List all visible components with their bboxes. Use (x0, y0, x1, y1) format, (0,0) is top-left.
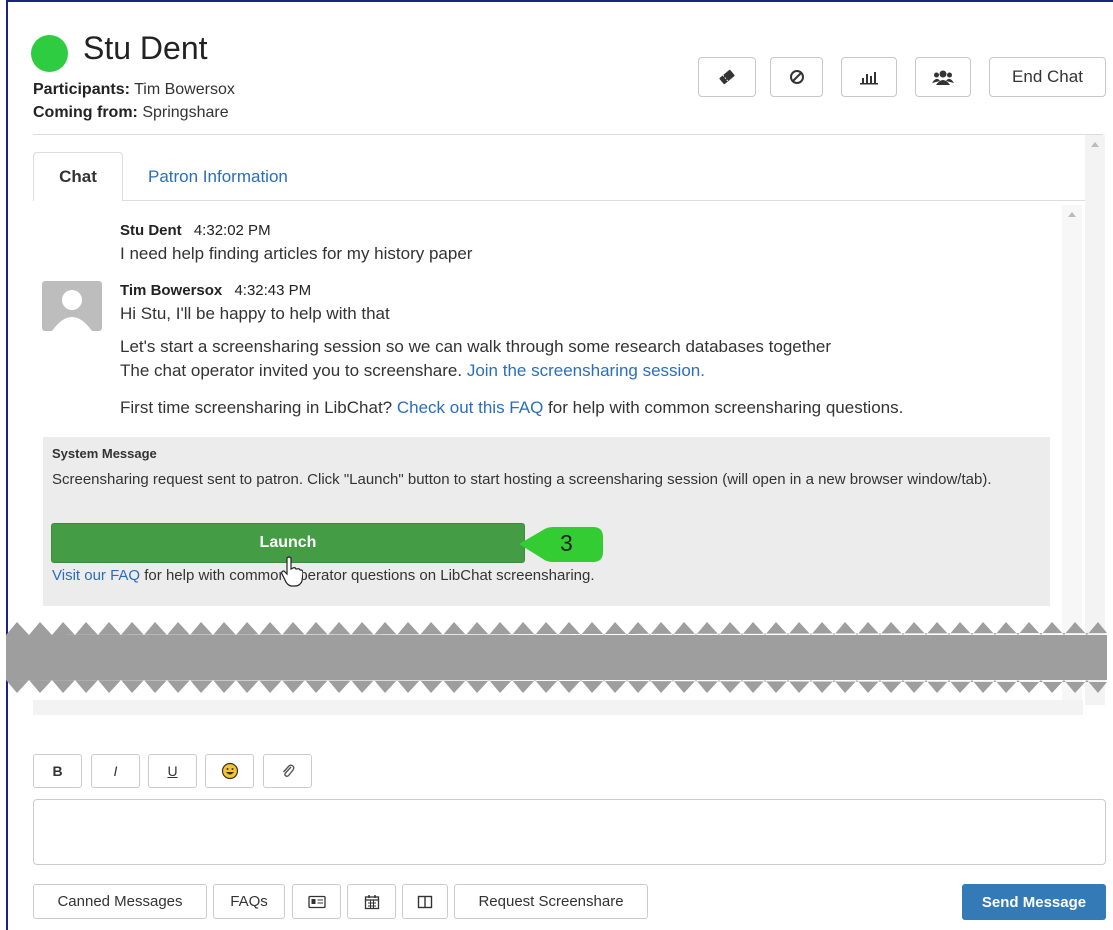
callout-number: 3 (560, 530, 573, 556)
underline-button[interactable]: U (148, 754, 197, 788)
columns-button[interactable] (402, 884, 448, 919)
ticket-button[interactable] (698, 57, 756, 97)
message-time: 4:32:43 PM (234, 282, 312, 299)
hand-cursor-icon (281, 556, 303, 587)
invite-text: The chat operator invited you to screens… (120, 361, 463, 380)
coming-from-label: Coming from: (33, 104, 138, 121)
online-status-indicator (31, 35, 68, 72)
calendar-icon (364, 894, 379, 909)
patron-name: Stu Dent (83, 30, 208, 66)
ticket-icon (719, 69, 735, 85)
faq-hint-link[interactable]: Check out this FAQ (397, 398, 543, 417)
torn-edge-divider (6, 622, 1107, 693)
system-message-text: Screensharing request sent to patron. Cl… (52, 471, 992, 488)
canned-messages-button[interactable]: Canned Messages (33, 884, 207, 919)
join-screenshare-link[interactable]: Join the screensharing session. (467, 361, 705, 380)
header-divider (33, 134, 1103, 135)
participants-value: Tim Bowersox (134, 81, 235, 98)
send-message-button[interactable]: Send Message (962, 884, 1106, 920)
paperclip-icon (282, 764, 294, 778)
message-sender: Tim Bowersox (120, 282, 223, 299)
tab-chat[interactable]: Chat (33, 152, 123, 201)
faq-hint-suffix: for help with common screensharing quest… (548, 398, 904, 417)
operator-faq-link[interactable]: Visit our FAQ (52, 567, 140, 584)
emoji-button[interactable] (205, 754, 254, 788)
participants-line: Participants: Tim Bowersox (33, 81, 235, 99)
users-icon (932, 70, 954, 85)
message-header: Stu Dent 4:32:02 PM (120, 222, 271, 239)
system-message-title: System Message (52, 446, 157, 461)
attach-button[interactable] (263, 754, 312, 788)
message-text: Hi Stu, I'll be happy to help with that (120, 304, 390, 323)
calendar-button[interactable] (347, 884, 396, 919)
faq-hint-line: First time screensharing in LibChat? Che… (120, 398, 903, 418)
bar-chart-icon (860, 72, 878, 85)
tab-strip-border (33, 200, 1085, 201)
message-sender: Stu Dent (120, 222, 182, 239)
message-time: 4:32:02 PM (193, 222, 271, 239)
request-screenshare-button[interactable]: Request Screenshare (454, 884, 648, 919)
operator-faq-line: Visit our FAQ for help with common opera… (52, 567, 595, 584)
stats-button[interactable] (841, 57, 897, 97)
ban-icon (789, 70, 804, 84)
block-button[interactable] (770, 57, 823, 97)
emoji-icon (221, 762, 238, 780)
faq-hint-prefix: First time screensharing in LibChat? (120, 398, 393, 417)
avatar (42, 281, 102, 331)
coming-from-value: Springshare (142, 104, 229, 121)
participants-label: Participants: (33, 81, 130, 98)
end-chat-button[interactable]: End Chat (989, 57, 1106, 97)
operator-faq-text: for help with common operator questions … (144, 567, 595, 584)
message-text: Let's start a screensharing session so w… (120, 337, 832, 356)
italic-button[interactable]: I (91, 754, 140, 788)
message-text: I need help finding articles for my hist… (120, 244, 473, 263)
faqs-button[interactable]: FAQs (213, 884, 285, 919)
coming-from-line: Coming from: Springshare (33, 104, 229, 122)
transfer-users-button[interactable] (915, 57, 971, 97)
bold-button[interactable]: B (33, 754, 82, 788)
tab-patron-information[interactable]: Patron Information (148, 167, 288, 187)
contact-card-icon (307, 895, 326, 908)
columns-icon (417, 895, 433, 908)
message-header: Tim Bowersox 4:32:43 PM (120, 282, 311, 299)
message-input[interactable] (33, 799, 1106, 865)
screenshare-invite-line: The chat operator invited you to screens… (120, 361, 705, 381)
contact-card-button[interactable] (292, 884, 341, 919)
